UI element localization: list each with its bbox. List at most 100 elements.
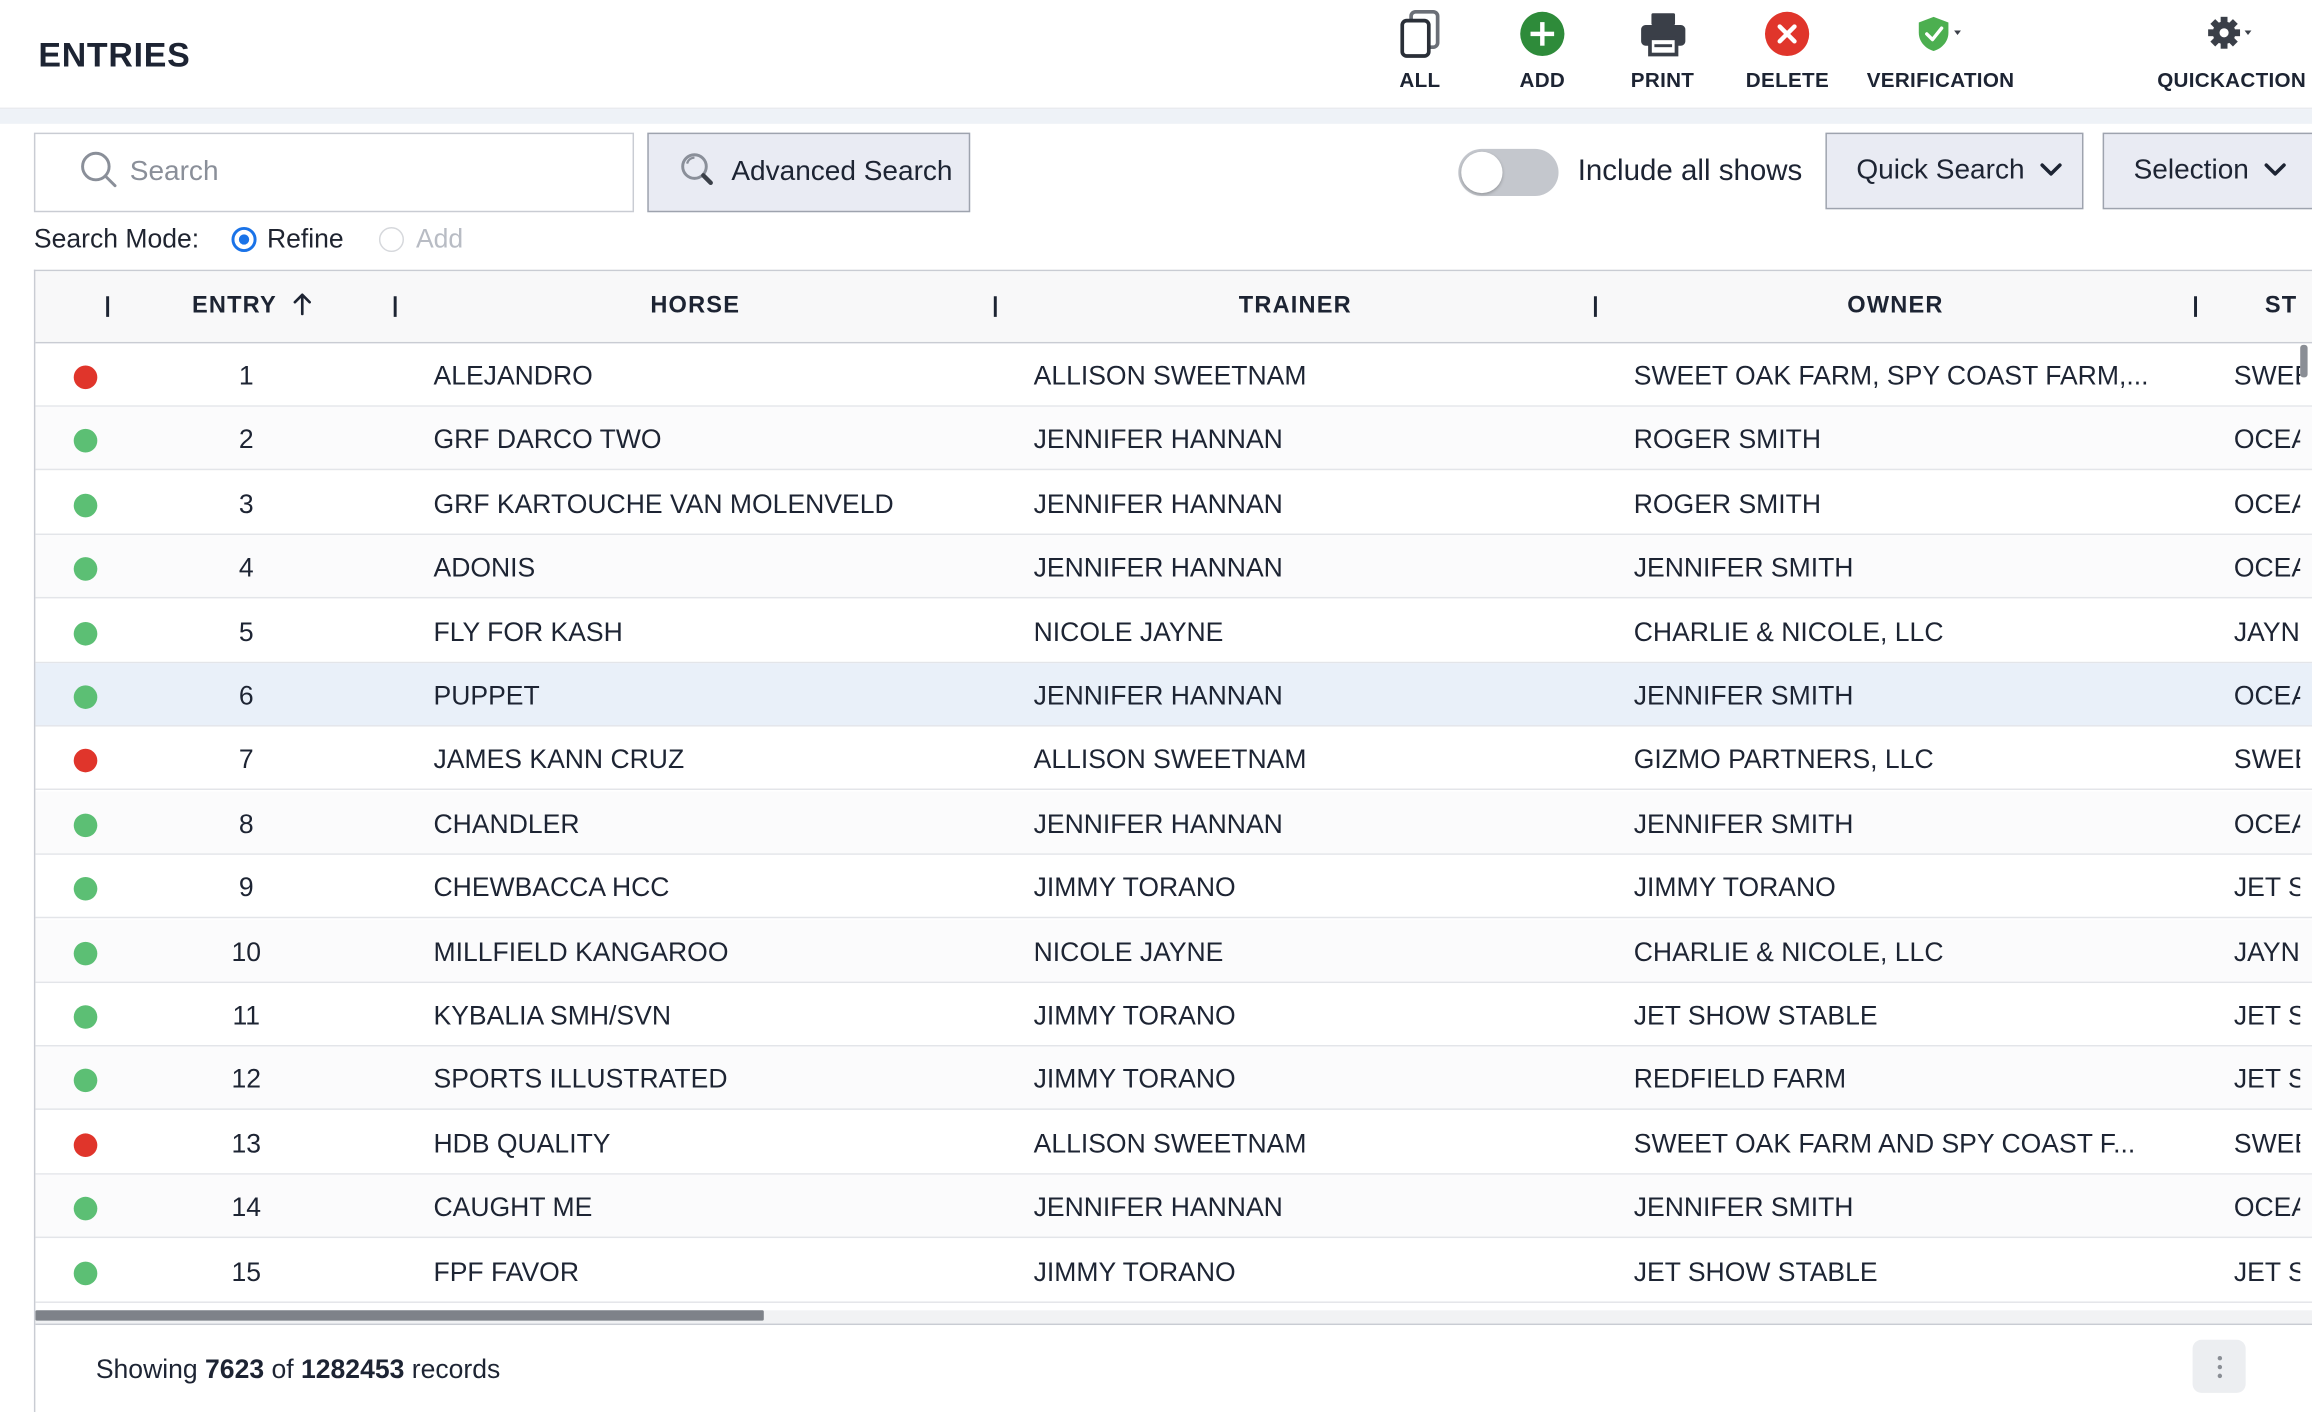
column-header-horse[interactable]: HORSE — [397, 271, 994, 342]
trainer-cell: JENNIFER HANNAN — [1033, 552, 1283, 583]
entry-cell: 14 — [231, 1192, 262, 1223]
horizontal-scrollbar[interactable] — [35, 1310, 764, 1321]
print-button[interactable]: PRINT — [1631, 9, 1694, 100]
status-dot-green — [73, 1005, 98, 1029]
owner-cell: JIMMY TORANO — [1633, 872, 1836, 903]
status-dot-green — [73, 621, 98, 645]
horse-cell: FLY FOR KASH — [433, 616, 623, 647]
status-dot-green — [73, 493, 98, 518]
status-dot-green — [73, 877, 98, 901]
table-row[interactable]: 11 KYBALIA SMH/SVN JIMMY TORANO JET SHOW ST… — [35, 983, 2312, 1047]
trainer-cell: JIMMY TORANO — [1033, 872, 1236, 903]
st-cell: OCEA — [2233, 680, 2300, 711]
advanced-search-label: Advanced Search — [731, 156, 953, 188]
column-header-owner[interactable]: OWNER — [1597, 271, 2194, 342]
gear-icon — [2207, 9, 2257, 59]
table-row[interactable]: 4 ADONIS JENNIFER HANNAN JENNIFER SMITH OCEA — [35, 535, 2312, 599]
table-row[interactable]: 7 JAMES KANN CRUZ ALLISON SWEETNAM GIZMO PA… — [35, 727, 2312, 791]
owner-cell: JENNIFER SMITH — [1633, 552, 1854, 583]
delete-button[interactable]: DELETE — [1746, 9, 1829, 100]
table-row[interactable]: 9 CHEWBACCA HCC JIMMY TORANO JIMMY TORANO JE… — [35, 855, 2312, 919]
horse-cell: SPORTS ILLUSTRATED — [433, 1064, 728, 1095]
verification-button-label: VERIFICATION — [1866, 67, 2015, 92]
trainer-cell: JENNIFER HANNAN — [1033, 489, 1283, 519]
selection-label: Selection — [2133, 154, 2249, 186]
st-cell: SWEE — [2233, 744, 2300, 775]
shield-check-icon — [1915, 9, 1965, 59]
add-circle-icon — [1517, 9, 1567, 59]
owner-cell: CHARLIE & NICOLE, LLC — [1633, 616, 1944, 647]
delete-circle-icon — [1762, 9, 1812, 59]
horse-cell: HDB QUALITY — [433, 1128, 611, 1159]
verification-button[interactable]: VERIFICATION — [1867, 9, 2015, 100]
include-all-shows-toggle[interactable] — [1458, 148, 1559, 197]
owner-cell: REDFIELD FARM — [1633, 1064, 1847, 1095]
horse-cell: GRF DARCO TWO — [433, 425, 662, 455]
all-button-label: ALL — [1399, 67, 1441, 92]
trainer-cell: ALLISON SWEETNAM — [1033, 361, 1307, 391]
owner-cell: JET SHOW STABLE — [1633, 1000, 1878, 1031]
refine-radio[interactable] — [231, 226, 257, 252]
st-cell: JET S — [2233, 872, 2301, 903]
owner-cell: JENNIFER SMITH — [1633, 1192, 1854, 1223]
quick-search-label: Quick Search — [1856, 154, 2025, 186]
all-button[interactable]: ALL — [1395, 9, 1445, 100]
st-cell: JET S — [2233, 1000, 2301, 1031]
search-input[interactable] — [129, 156, 573, 189]
status-dot-green — [73, 685, 98, 709]
trainer-cell: JIMMY TORANO — [1033, 1064, 1236, 1095]
selection-dropdown[interactable]: Selection — [2102, 132, 2312, 210]
entry-cell: 15 — [231, 1256, 262, 1287]
table-row[interactable]: 1 ALEJANDRO ALLISON SWEETNAM SWEET OAK FARM… — [35, 343, 2312, 407]
search-box[interactable] — [33, 132, 635, 213]
column-header-st[interactable]: ST — [2265, 271, 2312, 342]
add-button[interactable]: ADD — [1517, 9, 1567, 100]
st-cell: JAYN — [2233, 616, 2300, 647]
entry-cell: 9 — [238, 872, 254, 903]
quick-search-dropdown[interactable]: Quick Search — [1825, 132, 2084, 210]
st-cell: SWEE — [2233, 361, 2300, 391]
horse-cell: PUPPET — [433, 680, 540, 711]
vertical-scrollbar[interactable] — [2300, 344, 2308, 378]
trainer-cell: JIMMY TORANO — [1033, 1000, 1236, 1031]
horse-cell: JAMES KANN CRUZ — [433, 744, 685, 775]
st-cell: JET S — [2233, 1064, 2301, 1095]
table-row[interactable]: 3 GRF KARTOUCHE VAN MOLENVELD JENNIFER HAN… — [35, 471, 2312, 535]
table-row[interactable]: 13 HDB QUALITY ALLISON SWEETNAM SWEET OAK F… — [35, 1111, 2312, 1175]
table-row[interactable]: 14 CAUGHT ME JENNIFER HANNAN JENNIFER SMITH… — [35, 1174, 2312, 1239]
st-cell: OCEA — [2233, 1192, 2300, 1223]
trainer-cell: ALLISON SWEETNAM — [1033, 1128, 1307, 1159]
st-cell: JAYN — [2233, 936, 2300, 967]
advanced-search-button[interactable]: Advanced Search — [647, 132, 971, 213]
kebab-dot — [2216, 1372, 2222, 1378]
horse-cell: CHANDLER — [433, 808, 580, 839]
add-radio[interactable] — [379, 226, 405, 252]
record-count: Showing 7623 of 1282453 records — [95, 1354, 501, 1384]
column-header-trainer[interactable]: TRAINER — [997, 271, 1594, 342]
table-row[interactable]: 15 FPF FAVOR JIMMY TORANO JET SHOW STABLE JE… — [35, 1238, 2312, 1303]
horse-cell: KYBALIA SMH/SVN — [433, 1000, 671, 1031]
quickaction-button[interactable]: QUICKACTION — [2157, 9, 2306, 100]
entry-cell: 3 — [238, 489, 254, 519]
table-row[interactable]: 6 PUPPET JENNIFER HANNAN JENNIFER SMITH OCEA — [35, 663, 2312, 727]
table-row[interactable]: 10 MILLFIELD KANGAROO NICOLE JAYNE CHARLIE … — [35, 919, 2312, 983]
owner-cell: JET SHOW STABLE — [1633, 1256, 1878, 1287]
table-row[interactable]: 12 SPORTS ILLUSTRATED JIMMY TORANO REDFIELD… — [35, 1047, 2312, 1111]
column-resize-handle[interactable] — [2194, 296, 2198, 317]
horse-cell: MILLFIELD KANGAROO — [433, 936, 729, 967]
st-cell: SWEE — [2233, 1128, 2300, 1159]
delete-button-label: DELETE — [1745, 67, 1830, 92]
table-row[interactable]: 2 GRF DARCO TWO JENNIFER HANNAN ROGER SMITH… — [35, 407, 2312, 471]
status-dot-green — [73, 1261, 98, 1285]
kebab-dot — [2216, 1355, 2222, 1360]
chevron-down-icon — [2264, 155, 2288, 187]
table-row[interactable]: 5 FLY FOR KASH NICOLE JAYNE CHARLIE & NICOL… — [35, 599, 2312, 663]
add-radio-label: Add — [415, 223, 464, 253]
column-header-entry[interactable]: ENTRY — [109, 271, 395, 342]
more-options-button[interactable] — [2192, 1339, 2246, 1393]
status-dot-green — [73, 1197, 98, 1221]
status-dot-green — [73, 557, 98, 581]
table-row[interactable]: 8 CHANDLER JENNIFER HANNAN JENNIFER SMITH OC… — [35, 791, 2312, 855]
entry-cell: 2 — [238, 425, 254, 455]
owner-cell: ROGER SMITH — [1633, 425, 1822, 455]
